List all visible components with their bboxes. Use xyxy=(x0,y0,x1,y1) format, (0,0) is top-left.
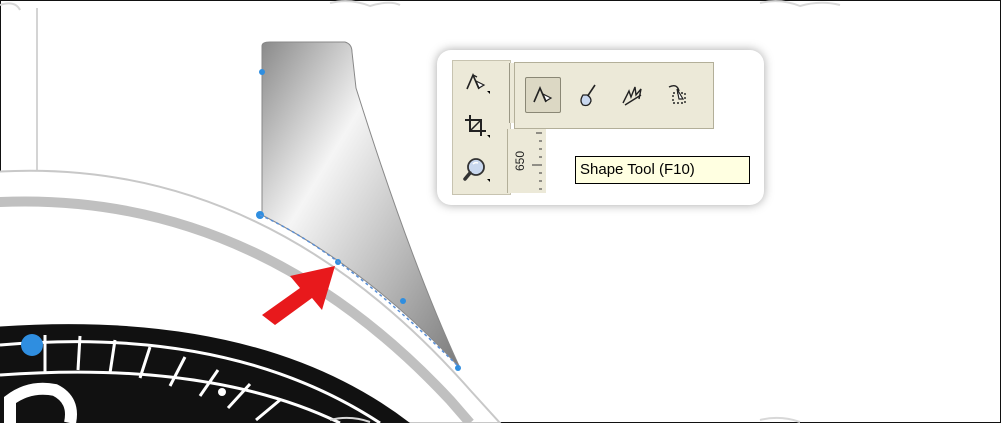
path-node[interactable] xyxy=(400,298,406,304)
smudge-brush-icon xyxy=(580,84,596,107)
zoom-tool-icon xyxy=(463,158,490,182)
shape-tool-icon xyxy=(466,72,490,94)
free-transform-button[interactable] xyxy=(659,77,695,113)
tooltip: Shape Tool (F10) xyxy=(575,156,750,184)
flyout-shape-tool-button[interactable] xyxy=(525,77,561,113)
dial-dot xyxy=(218,388,226,396)
transform-tool-icon xyxy=(668,84,686,104)
shape-tool-icon xyxy=(533,85,553,103)
path-node[interactable] xyxy=(455,365,461,371)
zoom-tool-button[interactable] xyxy=(459,153,493,187)
vertical-ruler[interactable]: 650 xyxy=(507,129,546,193)
ruler-ticks xyxy=(532,132,542,190)
path-node[interactable] xyxy=(21,334,43,356)
roughen-brush-button[interactable] xyxy=(615,77,651,113)
toolbox-panel xyxy=(452,60,511,195)
crop-tool-icon xyxy=(465,115,490,138)
shape-flyout-toolbar xyxy=(514,62,714,129)
smudge-brush-button[interactable] xyxy=(571,77,607,113)
shape-tool-button[interactable] xyxy=(459,65,493,99)
path-node[interactable] xyxy=(259,69,265,75)
roughen-brush-icon xyxy=(622,86,642,106)
crop-tool-button[interactable] xyxy=(459,109,493,143)
